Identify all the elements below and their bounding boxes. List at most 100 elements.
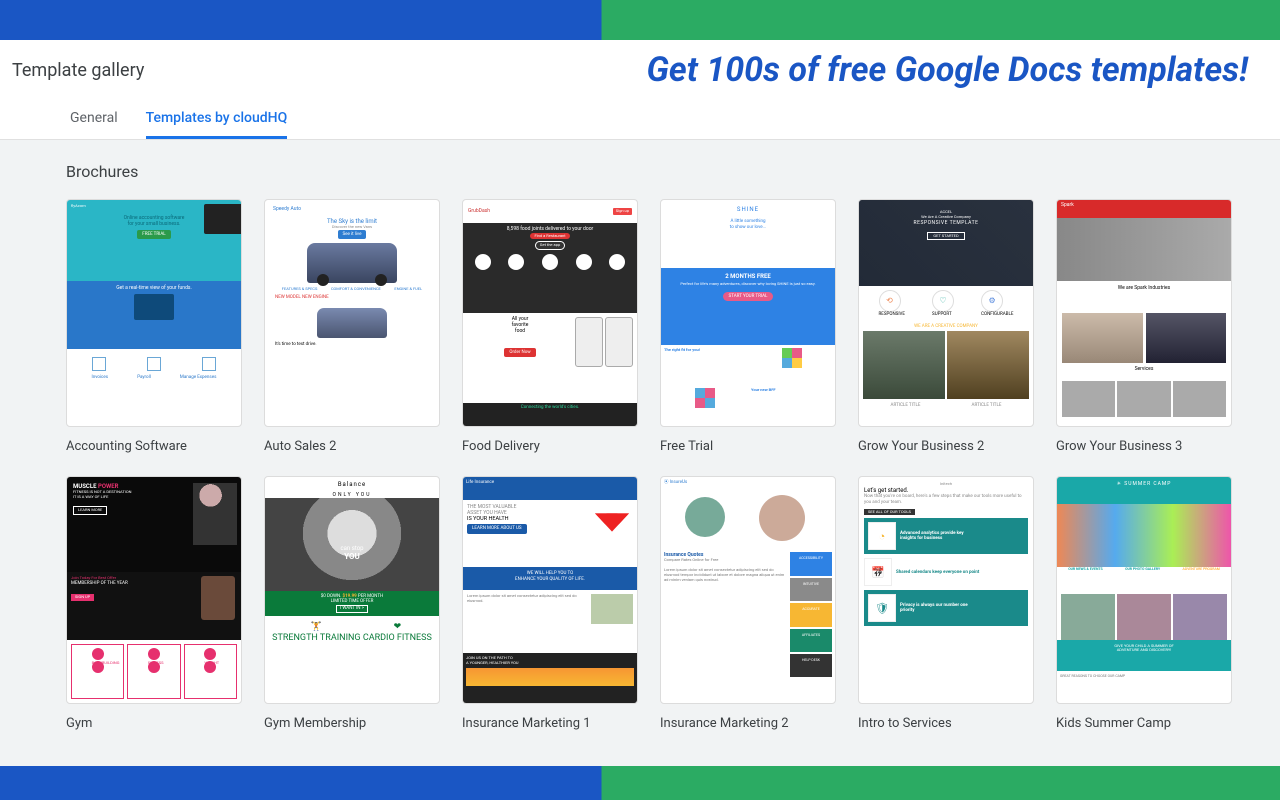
template-thumb: MUSCLE POWER FITNESS IS NOT A DESTINATIO… xyxy=(66,476,242,704)
headline: We are Spark Industries xyxy=(1057,281,1231,313)
template-thumb: Speedy Auto The Sky is the limit Discove… xyxy=(264,199,440,427)
template-thumb: ☀ SUMMER CAMP OUR NEWS & EVENTS OUR PHOT… xyxy=(1056,476,1232,704)
brand: GrubDash xyxy=(468,208,490,214)
template-caption: Grow Your Business 3 xyxy=(1056,439,1232,454)
art: ARTICLE TITLE xyxy=(972,403,1002,408)
brand: SUMMER CAMP xyxy=(1124,481,1171,487)
c2: CARDIO FITNESS xyxy=(363,633,432,644)
r1b: insights for business xyxy=(900,536,942,541)
signup-button: Sign up xyxy=(613,208,632,215)
tabs: General Templates by cloudHQ xyxy=(0,90,1280,140)
car-graphic xyxy=(307,243,397,283)
template-caption: Food Delivery xyxy=(462,439,638,454)
cat: BODYBUILDING xyxy=(71,644,124,699)
template-grid: flyAcorn Online accounting software for … xyxy=(66,199,1214,731)
template-card[interactable]: Balance ONLY YOU can stopYOU $0 DOWN. $1… xyxy=(264,476,440,731)
template-card[interactable]: flyAcorn Online accounting software for … xyxy=(66,199,242,454)
tab-cloudhq[interactable]: Templates by cloudHQ xyxy=(146,110,288,139)
tools-button: SEE ALL OF OUR TOOLS xyxy=(864,509,915,516)
learn-more-button: LEARN MORE ABOUT US xyxy=(467,524,527,533)
order-button: Order Now xyxy=(504,348,535,357)
headline: RESPONSIVE TEMPLATE xyxy=(859,220,1033,226)
bodybuilding-icon xyxy=(92,648,104,660)
footer: Connecting the world's cities. xyxy=(463,403,637,426)
section-brochures: Brochures flyAcorn Online accounting sof… xyxy=(0,140,1280,771)
tag: INTUITIVE xyxy=(790,578,832,601)
mid-head: 2 MONTHS FREE xyxy=(666,273,830,280)
see-button: See it live xyxy=(338,230,367,239)
template-card[interactable]: MUSCLE POWER FITNESS IS NOT A DESTINATIO… xyxy=(66,476,242,731)
config-icon: ⚙ xyxy=(981,290,1003,312)
template-card[interactable]: Life Insurance THE MOST VALUABLE ASSET Y… xyxy=(462,476,638,731)
laptop-graphic xyxy=(204,204,242,234)
col: ENGINE & FUEL xyxy=(394,287,422,292)
mid-sub: Perfect for life's many adventures, disc… xyxy=(672,282,824,287)
label: Payroll xyxy=(137,375,151,380)
bb2: ADVENTURE AND DISCOVERY! xyxy=(1061,648,1227,653)
art: ARTICLE TITLE xyxy=(891,403,921,408)
r2: Shared calendars keep everyone on point xyxy=(896,570,979,575)
tag: AFFILIATES xyxy=(790,629,832,652)
pr2: $19.99 xyxy=(343,594,358,599)
mid: WE ARE A CREATIVE COMPANY xyxy=(859,322,1033,331)
template-thumb: Life Insurance THE MOST VALUABLE ASSET Y… xyxy=(462,476,638,704)
template-card[interactable]: Spark We are Spark Industries Services G… xyxy=(1056,199,1232,454)
template-card[interactable]: Initech Let's get started. Now that you'… xyxy=(858,476,1034,731)
cs2: YOU xyxy=(344,552,360,561)
label: SUPPORT xyxy=(932,312,952,317)
puzzle-icon xyxy=(695,388,715,408)
template-card[interactable]: Speedy Auto The Sky is the limit Discove… xyxy=(264,199,440,454)
strength-icon: 🏋 xyxy=(272,622,360,633)
template-card[interactable]: ☀ SUMMER CAMP OUR NEWS & EVENTS OUR PHOT… xyxy=(1056,476,1232,731)
cardio-icon: ❤ xyxy=(363,622,432,633)
ft: GREAT REASONS TO CHOOSE OUR CAMP xyxy=(1057,671,1231,681)
template-caption: Insurance Marketing 1 xyxy=(462,716,638,731)
c1: STRENGTH TRAINING xyxy=(272,633,360,644)
pr1: $0 DOWN. xyxy=(321,594,343,599)
body-img xyxy=(591,594,633,624)
template-card[interactable]: GrubDash Sign up 8,598 food joints deliv… xyxy=(462,199,638,454)
calendar-icon: 📅25 xyxy=(864,558,892,586)
image-row xyxy=(859,331,1033,399)
label: RESPONSIVE xyxy=(879,312,905,317)
signup-button: SIGN UP xyxy=(71,594,94,601)
template-card[interactable]: SHINE A little something to show our lov… xyxy=(660,199,836,454)
col: FEATURES & SPECS xyxy=(282,287,318,292)
kids-hero xyxy=(1057,504,1231,567)
template-card[interactable]: ⦿ InsureUs Insurance Quotes Compare Rate… xyxy=(660,476,836,731)
section-title: Brochures xyxy=(66,162,1214,181)
headline: Let's get started. xyxy=(864,487,1028,494)
template-card[interactable]: ACCEL We Are A Creative Company RESPONSI… xyxy=(858,199,1034,454)
template-caption: Kids Summer Camp xyxy=(1056,716,1232,731)
header-row: Template gallery Get 100s of free Google… xyxy=(0,40,1280,90)
new-model: NEW MODEL NEW ENGINE xyxy=(269,292,435,303)
services: Services xyxy=(1057,363,1231,381)
icon-row xyxy=(71,357,237,371)
brand: Life Insurance xyxy=(463,477,637,500)
c2: OUR PHOTO GALLERY xyxy=(1125,567,1160,571)
app-button: Get the app xyxy=(535,241,565,250)
banner-bottom xyxy=(0,766,1280,800)
fitness-icon xyxy=(148,648,160,660)
phone-graphic xyxy=(575,317,603,367)
hero-text: 8,598 food joints delivered to your door xyxy=(466,226,634,232)
intro-text: Now that you're on board, here's a few s… xyxy=(864,494,1028,506)
plates xyxy=(466,254,634,270)
label: Manage Expenses xyxy=(180,375,217,380)
test-drive: It's time to test drive. xyxy=(269,342,435,347)
template-thumb: SHINE A little something to show our lov… xyxy=(660,199,836,427)
want-in-button: I WANT IN > xyxy=(336,605,368,612)
template-caption: Gym Membership xyxy=(264,716,440,731)
brand: Spark xyxy=(1057,200,1231,218)
tag: ACCESSIBILITY xyxy=(790,552,832,575)
device-graphic xyxy=(134,294,174,320)
support-icon: ♡ xyxy=(932,290,954,312)
promo-headline: Get 100s of free Google Docs templates! xyxy=(646,50,1248,90)
analytics-icon: ◔ xyxy=(868,522,896,550)
bb2: ENHANCE YOUR QUALITY OF LIFE. xyxy=(463,577,637,582)
template-thumb: ⦿ InsureUs Insurance Quotes Compare Rate… xyxy=(660,476,836,704)
c3: ADVENTURE PROGRAM xyxy=(1183,567,1220,571)
img-row xyxy=(1057,381,1231,417)
hero-img xyxy=(1057,218,1231,281)
tab-general[interactable]: General xyxy=(70,110,118,139)
